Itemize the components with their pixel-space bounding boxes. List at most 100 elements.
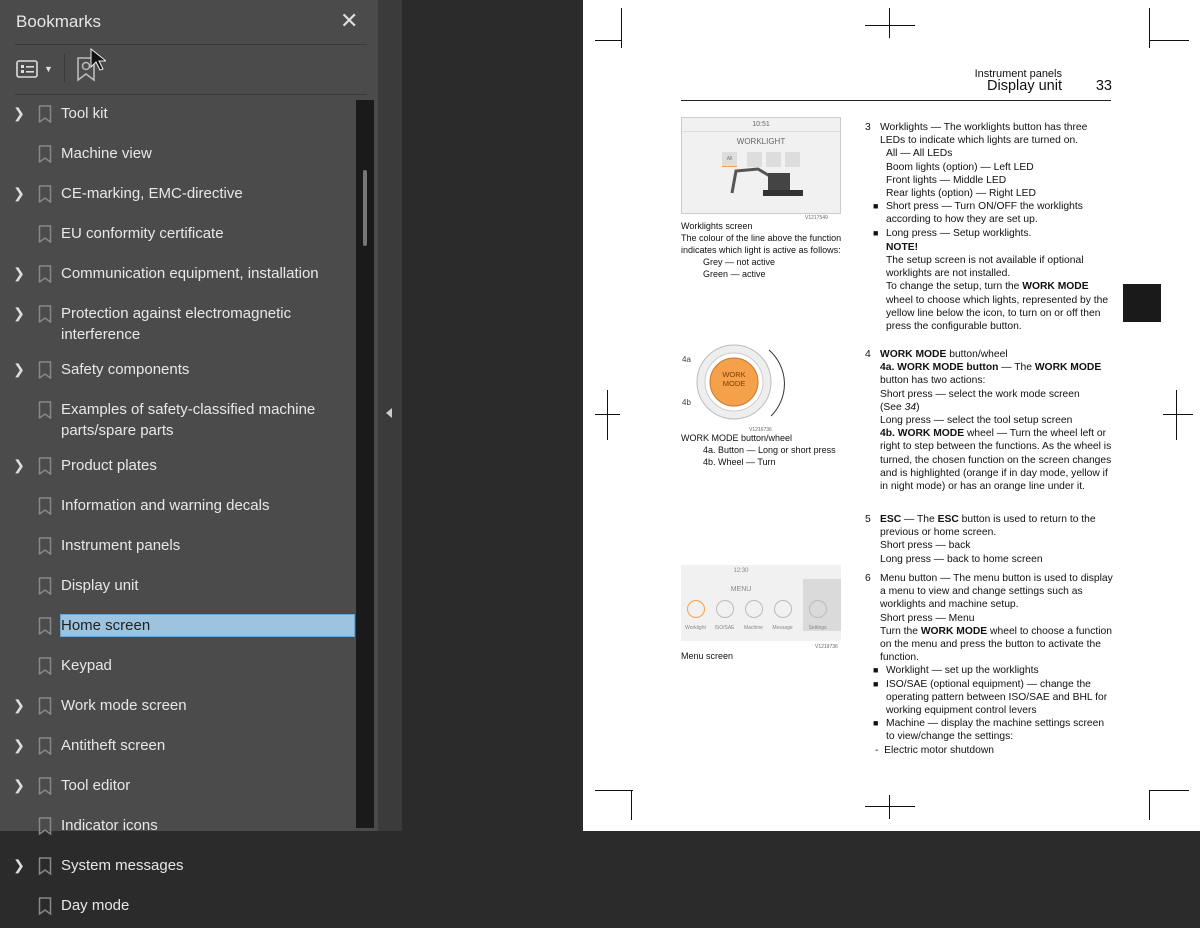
- crop-mark: [889, 795, 890, 819]
- worklight-screen-figure: 10:51 WORKLIGHT All: [681, 117, 841, 214]
- item-number: 4: [865, 349, 871, 360]
- page-link[interactable]: 34: [905, 402, 916, 413]
- figure-caption: Menu screen: [681, 651, 734, 661]
- bookmark-label: Protection against electromagnetic inter…: [61, 305, 292, 343]
- scrollbar-thumb[interactable]: [363, 170, 367, 246]
- bookmark-item[interactable]: ❯ CE-marking, EMC-directive: [0, 176, 356, 216]
- excavator-icon: [730, 167, 803, 196]
- screen-time: 10:51: [682, 118, 840, 133]
- figure-caption: Worklights screen The colour of the line…: [681, 220, 861, 280]
- menu-icon: [744, 600, 763, 619]
- crop-mark: [595, 40, 621, 41]
- menu-icon: [773, 600, 792, 619]
- bookmark-icon: [38, 359, 61, 385]
- menu-option: Machine: [739, 600, 768, 635]
- bookmark-icon: [38, 695, 61, 721]
- menu-option: Settings: [803, 600, 832, 635]
- crop-mark: [607, 390, 608, 440]
- bookmark-icon: [38, 223, 61, 249]
- dash-item: - Electric motor shutdown: [875, 744, 995, 756]
- screen-title: MENU: [730, 586, 752, 594]
- bullet-item: ■ Short press — Turn ON/OFF the worklight…: [873, 201, 1083, 226]
- bookmark-label: Tool editor: [61, 777, 131, 794]
- bookmark-item[interactable]: ❯ Protection against electromagnetic inte…: [0, 296, 356, 352]
- crop-mark: [1163, 414, 1193, 415]
- bookmark-icon: [38, 143, 61, 169]
- bullet-icon: ■: [873, 201, 879, 212]
- chevron-down-icon: ▼: [44, 64, 53, 74]
- bookmark-item[interactable]: EU conformity certificate: [0, 216, 356, 256]
- item-3: 3 Worklights — The worklights button has …: [865, 121, 1115, 333]
- divider: [64, 54, 65, 82]
- page-number: 33: [1095, 78, 1112, 94]
- bookmark-icon: [38, 455, 61, 481]
- chevron-right-icon[interactable]: ❯: [0, 263, 38, 284]
- figure-code: V1219736: [815, 644, 838, 650]
- bookmark-icon: [38, 655, 61, 681]
- chevron-right-icon[interactable]: ❯: [0, 183, 38, 204]
- bullet-icon: ■: [873, 227, 879, 238]
- list-line: Front lights — Middle LED: [886, 174, 1007, 186]
- bookmark-item[interactable]: ❯ Product plates: [0, 448, 356, 488]
- bookmark-icon: [38, 855, 61, 881]
- page-heading: Display unit: [987, 78, 1062, 94]
- bookmark-label: Antitheft screen: [61, 737, 166, 754]
- panel-title: Bookmarks: [16, 12, 102, 31]
- knob-label: WORK MODE: [722, 370, 746, 388]
- chevron-right-icon[interactable]: ❯: [0, 303, 38, 324]
- bookmark-label: Indicator icons: [61, 817, 158, 834]
- bookmark-item[interactable]: Examples of safety-classified machine pa…: [0, 392, 356, 448]
- crop-mark: [631, 790, 632, 820]
- bookmark-item[interactable]: ❯ Communication equipment, installation: [0, 256, 356, 296]
- bookmark-item[interactable]: Home screen: [0, 608, 356, 648]
- note-text: To change the setup, turn the WORK MODE …: [886, 281, 1109, 333]
- mouse-cursor-icon: [90, 48, 106, 71]
- options-button[interactable]: ▼: [16, 55, 53, 83]
- chevron-right-icon[interactable]: ❯: [0, 775, 38, 796]
- chevron-right-icon[interactable]: ❯: [0, 359, 38, 380]
- bookmark-item[interactable]: ❯ Tool editor: [0, 768, 356, 808]
- collapse-panel-arrow-icon[interactable]: [386, 408, 392, 418]
- bullet-item: ■ Worklight — set up the worklights: [873, 665, 1039, 677]
- item-text: Menu button — The menu button is used to…: [880, 573, 1113, 611]
- item-5: 5 ESC — The ESC button is used to return …: [865, 513, 1115, 566]
- crop-mark: [889, 8, 890, 38]
- bookmark-icon: [38, 183, 61, 209]
- item-text: Short press — back: [880, 540, 971, 552]
- crop-mark: [1149, 790, 1150, 820]
- bookmark-item[interactable]: Day mode: [0, 888, 356, 928]
- bookmark-label: Examples of safety-classified machine pa…: [61, 401, 316, 439]
- caption-line: Green — active: [703, 269, 766, 279]
- bookmark-label: EU conformity certificate: [61, 225, 224, 242]
- item-6: 6 Menu button — The menu button is used t…: [865, 572, 1115, 757]
- bookmark-item[interactable]: Instrument panels: [0, 528, 356, 568]
- bookmark-item[interactable]: ❯ Tool kit: [0, 96, 356, 136]
- bookmark-label: Day mode: [61, 897, 130, 914]
- menu-icon: [715, 600, 734, 619]
- bookmark-item[interactable]: ❯ Work mode screen: [0, 688, 356, 728]
- close-icon[interactable]: ✕: [340, 8, 358, 34]
- caption-line: Grey — not active: [703, 257, 776, 267]
- chevron-right-icon[interactable]: ❯: [0, 735, 38, 756]
- chevron-right-icon[interactable]: ❯: [0, 455, 38, 476]
- bookmark-label: Safety components: [61, 361, 190, 378]
- chevron-right-icon[interactable]: ❯: [0, 855, 38, 876]
- bookmark-label: Home screen: [60, 614, 355, 637]
- bookmark-item[interactable]: ❯ System messages: [0, 848, 356, 888]
- menu-icon: [808, 600, 827, 619]
- bookmark-item[interactable]: Indicator icons: [0, 808, 356, 848]
- menu-option: Message: [768, 600, 797, 635]
- bookmark-item[interactable]: ❯ Safety components: [0, 352, 356, 392]
- chevron-right-icon[interactable]: ❯: [0, 695, 38, 716]
- bookmark-item[interactable]: Display unit: [0, 568, 356, 608]
- caption-line: 4a. Button — Long or short press: [703, 445, 836, 455]
- bookmark-item[interactable]: Machine view: [0, 136, 356, 176]
- bookmark-label: Work mode screen: [61, 697, 187, 714]
- bookmark-item[interactable]: ❯ Antitheft screen: [0, 728, 356, 768]
- crop-mark: [595, 790, 633, 791]
- bookmark-icon: [38, 775, 61, 801]
- crop-mark: [1149, 790, 1189, 791]
- bookmark-item[interactable]: Keypad: [0, 648, 356, 688]
- chevron-right-icon[interactable]: ❯: [0, 103, 38, 124]
- bookmark-item[interactable]: Information and warning decals: [0, 488, 356, 528]
